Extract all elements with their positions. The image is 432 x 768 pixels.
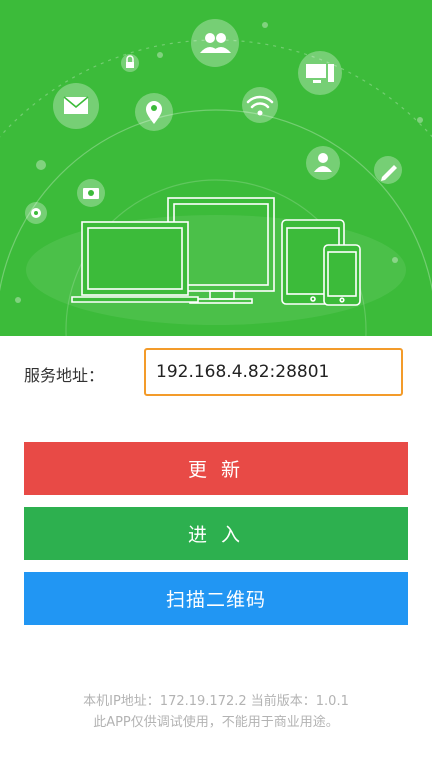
location-icon [135, 93, 173, 131]
hero-banner [0, 0, 432, 336]
hero-illustration [0, 19, 432, 336]
settings-icon [25, 202, 47, 224]
lock-icon [121, 54, 139, 72]
disclaimer-text: 此APP仅供调试使用，不能用于商业用途。 [93, 715, 339, 730]
monitor-icon [298, 51, 342, 95]
device-info-text: 本机IP地址：172.19.172.2 当前版本：1.0.1 [83, 694, 349, 709]
scan-qr-button[interactable]: 扫描二维码 [24, 572, 408, 625]
mail-icon [53, 83, 99, 129]
pencil-icon [374, 156, 402, 184]
server-address-label: 服务地址： [24, 366, 105, 385]
server-address-input[interactable] [144, 348, 403, 396]
update-button[interactable]: 更 新 [24, 442, 408, 495]
user-icon [306, 146, 340, 180]
users-icon [191, 19, 239, 67]
server-address-row: 服务地址： [0, 348, 432, 400]
enter-button[interactable]: 进 入 [24, 507, 408, 560]
camera-icon [77, 179, 105, 207]
wifi-icon [242, 87, 278, 123]
